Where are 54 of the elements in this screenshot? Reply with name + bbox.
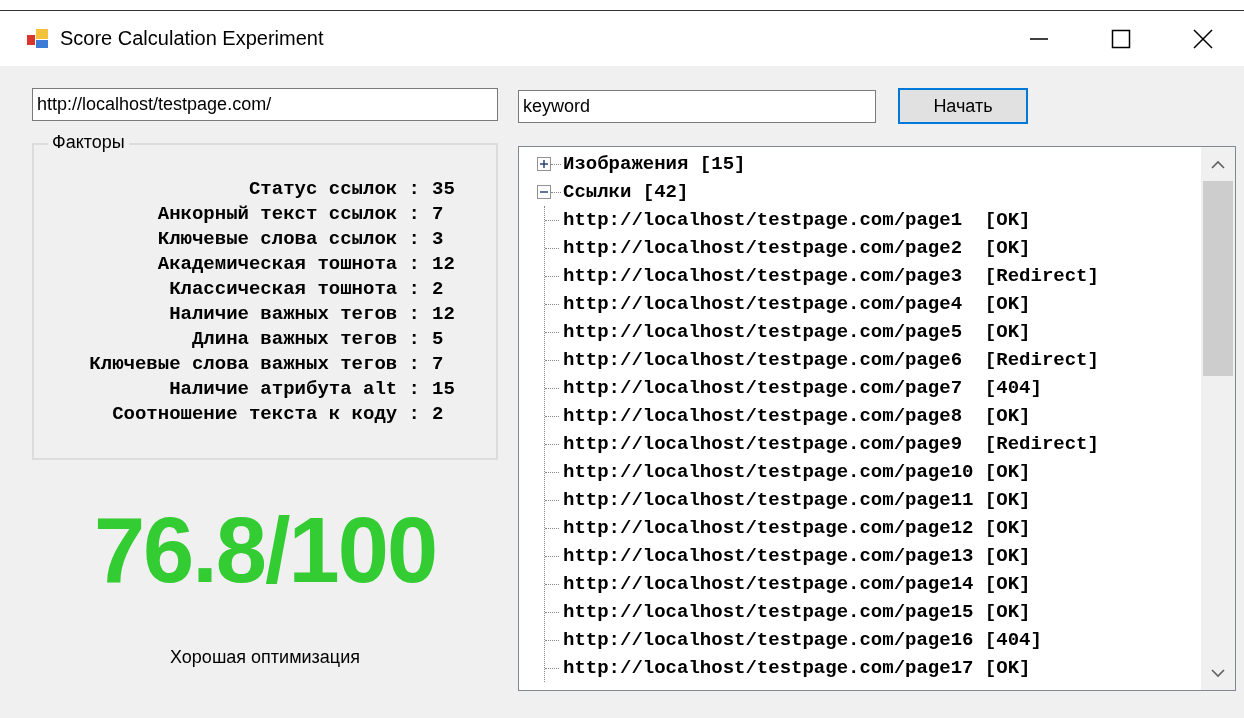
tree-node[interactable]: http://localhost/testpage.com/page8 [OK]: [563, 402, 1031, 430]
factor-label: Ключевые слова ссылок :: [156, 227, 420, 252]
close-icon[interactable]: [1193, 28, 1213, 49]
factor-value: 5: [432, 327, 445, 352]
tree-node[interactable]: http://localhost/testpage.com/page16 [404]: [563, 626, 1042, 654]
tree-node[interactable]: http://localhost/testpage.com/page3 [Redirect]: [563, 262, 1099, 290]
tree-node[interactable]: http://localhost/testpage.com/page6 [Redirect]: [563, 346, 1099, 374]
app-icon: [26, 27, 50, 50]
maximize-icon[interactable]: [1111, 28, 1131, 49]
tree-node[interactable]: http://localhost/testpage.com/page7 [404]: [563, 374, 1042, 402]
collapse-icon[interactable]: [537, 185, 551, 199]
factor-value: 12: [432, 302, 456, 327]
tree-node[interactable]: http://localhost/testpage.com/page14 [OK]: [563, 570, 1031, 598]
verdict-text: Хорошая оптимизация: [169, 647, 361, 669]
tree-node[interactable]: http://localhost/testpage.com/page2 [OK]: [563, 234, 1031, 262]
start-button[interactable]: Начать: [898, 88, 1028, 124]
factor-value: 3: [432, 227, 445, 252]
scroll-up-icon[interactable]: [1211, 159, 1225, 169]
score-value: 76.8/100: [92, 500, 438, 602]
factor-label: Соотношение текста к коду :: [111, 402, 420, 427]
factor-label: Наличие атрибута alt :: [168, 377, 420, 402]
factor-value: 7: [432, 352, 445, 377]
factor-value: 15: [432, 377, 456, 402]
tree-node[interactable]: Ссылки [42]: [563, 178, 689, 206]
factor-value: 2: [432, 402, 445, 427]
factor-value: 12: [432, 252, 456, 277]
expand-icon[interactable]: [537, 157, 551, 171]
tree-node[interactable]: Изображения [15]: [563, 150, 746, 178]
scroll-down-icon[interactable]: [1211, 668, 1225, 678]
factor-value: 2: [432, 277, 445, 302]
tree-node[interactable]: http://localhost/testpage.com/page17 [OK]: [563, 654, 1031, 682]
factor-label: Анкорный текст ссылок :: [156, 202, 420, 227]
factor-label: Классическая тошнота :: [168, 277, 420, 302]
factor-label: Ключевые слова важных тегов :: [88, 352, 420, 377]
factor-value: 7: [432, 202, 445, 227]
factor-label: Наличие важных тегов :: [168, 302, 420, 327]
keyword-field[interactable]: keyword: [518, 89, 876, 123]
tree-node[interactable]: http://localhost/testpage.com/page10 [OK]: [563, 458, 1031, 486]
window-title: Score Calculation Experiment: [60, 27, 325, 50]
tree-node[interactable]: http://localhost/testpage.com/page11 [OK]: [563, 486, 1031, 514]
tree-node[interactable]: http://localhost/testpage.com/page4 [OK]: [563, 290, 1031, 318]
group-title: Факторы: [48, 132, 129, 153]
factor-label: Академическая тошнота :: [156, 252, 420, 277]
url-field[interactable]: http://localhost/testpage.com/: [32, 88, 498, 121]
factor-label: Длина важных тегов :: [190, 327, 420, 352]
factor-label: Статус ссылок :: [247, 177, 420, 202]
tree-node[interactable]: http://localhost/testpage.com/page1 [OK]: [563, 206, 1031, 234]
factor-value: 35: [432, 177, 456, 202]
scrollbar[interactable]: [1201, 147, 1235, 690]
tree-node[interactable]: http://localhost/testpage.com/page13 [OK]: [563, 542, 1031, 570]
tree-node[interactable]: http://localhost/testpage.com/page9 [Redirect]: [563, 430, 1099, 458]
tree-node[interactable]: http://localhost/testpage.com/page5 [OK]: [563, 318, 1031, 346]
tree-node[interactable]: http://localhost/testpage.com/page12 [OK]: [563, 514, 1031, 542]
tree-node[interactable]: http://localhost/testpage.com/page15 [OK]: [563, 598, 1031, 626]
